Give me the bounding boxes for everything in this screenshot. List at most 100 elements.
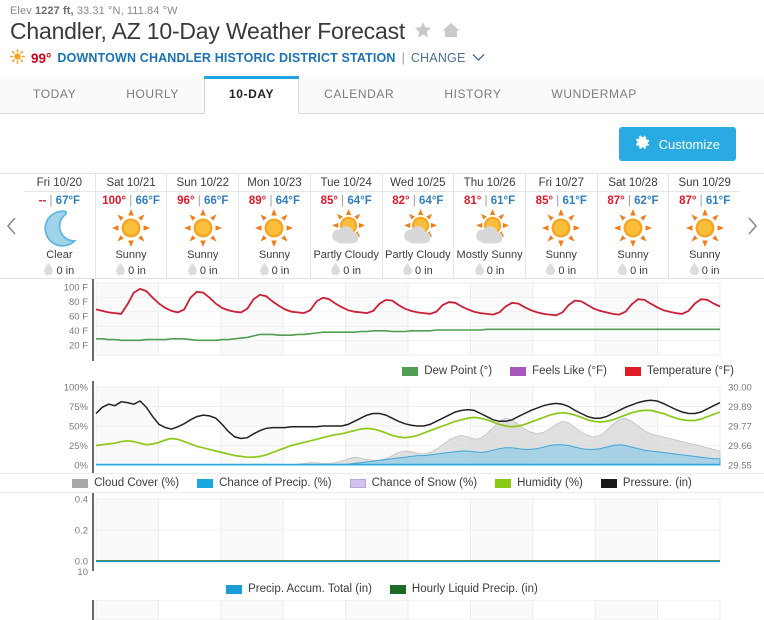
day-card-low: 67°F	[55, 195, 81, 207]
day-card-precip: 0 in	[187, 263, 218, 278]
svg-text:30.00: 30.00	[728, 383, 752, 394]
day-card-precip-value: 0 in	[414, 264, 433, 277]
day-card-date: Tue 10/24	[310, 177, 382, 192]
tab-history[interactable]: HISTORY	[419, 76, 526, 113]
separator: |	[401, 51, 405, 65]
raindrop-icon	[618, 263, 628, 278]
day-card[interactable]: Fri 10/20 -- | 67°F Clear 0 in	[24, 174, 96, 278]
day-card-temps: 87° | 61°F	[679, 192, 730, 208]
svg-text:40 F: 40 F	[69, 326, 88, 337]
day-card-date: Fri 10/27	[525, 177, 597, 192]
home-icon[interactable]	[441, 20, 461, 43]
svg-text:29.89: 29.89	[728, 402, 752, 413]
day-card-temp-separator: |	[481, 195, 491, 207]
legend-label-hourly-liquid-precip: Hourly Liquid Precip. (in)	[411, 583, 538, 595]
day-card[interactable]: Thu 10/26 81° | 61°F Mostly Sunny 0 in	[454, 174, 526, 278]
day-card-date: Mon 10/23	[239, 177, 310, 192]
wind-chart	[0, 600, 764, 620]
current-temperature: 99°	[31, 50, 52, 66]
day-card-high: 87°	[607, 195, 625, 207]
tab-calendar[interactable]: CALENDAR	[299, 76, 419, 113]
day-card-date: Fri 10/20	[24, 177, 95, 192]
day-card-high: 89°	[248, 195, 267, 207]
day-card-precip-value: 0 in	[630, 264, 648, 277]
day-card-precip: 0 in	[618, 263, 648, 278]
day-card-temp-separator: |	[409, 195, 420, 207]
svg-text:29.66: 29.66	[728, 441, 752, 452]
day-card-low: 66°F	[135, 195, 160, 207]
day-card-precip-value: 0 in	[343, 264, 362, 277]
sun-icon	[685, 208, 724, 248]
day-card[interactable]: Sun 10/29 87° | 61°F Sunny 0 in	[669, 174, 741, 278]
day-card[interactable]: Mon 10/23 89° | 64°F Sunny 0 in	[239, 174, 311, 278]
tab-today[interactable]: TODAY	[8, 76, 101, 113]
chevron-left-icon[interactable]	[0, 174, 24, 278]
chevron-right-icon[interactable]	[740, 174, 764, 278]
day-card[interactable]: Tue 10/24 85° | 64°F Partly Cloudy 0 in	[310, 174, 383, 278]
day-card-low: 61°F	[562, 195, 587, 207]
day-card-condition: Sunny	[187, 249, 219, 261]
day-card[interactable]: Sat 10/21 100° | 66°F Sunny 0 in	[95, 174, 168, 278]
day-card-precip: 0 in	[546, 263, 576, 278]
day-card-high: 100°	[102, 195, 127, 207]
sun-cloud-icon	[471, 208, 509, 248]
day-card-high: 87°	[679, 195, 697, 207]
svg-text:50%: 50%	[69, 422, 89, 433]
svg-text:80 F: 80 F	[69, 297, 88, 308]
day-card-high: 81°	[463, 195, 482, 207]
day-card[interactable]: Wed 10/25 82° | 64°F Partly Cloudy 0 in	[382, 174, 455, 278]
legend-item-precip-accum-total[interactable]: Precip. Accum. Total (in)	[226, 583, 372, 595]
moon-icon	[40, 208, 78, 248]
day-card-temp-separator: |	[337, 195, 348, 207]
day-card-low: 66°F	[203, 195, 229, 207]
sun-icon	[10, 49, 25, 67]
elevation-prefix: Elev	[10, 5, 32, 17]
svg-text:75%: 75%	[69, 402, 89, 413]
day-card-temps: 85° | 61°F	[536, 192, 587, 208]
day-cards: Fri 10/20 -- | 67°F Clear 0 in Sat 10/21 100…	[24, 174, 741, 278]
legend-item-humidity[interactable]: Humidity (%)	[495, 477, 583, 489]
title-row: Chandler, AZ 10-Day Weather Forecast	[0, 17, 764, 45]
legend-item-hourly-liquid-precip[interactable]: Hourly Liquid Precip. (in)	[389, 583, 538, 595]
day-card-low: 61°F	[490, 195, 516, 207]
customize-bar: Customize	[0, 114, 764, 161]
customize-button[interactable]: Customize	[618, 127, 736, 161]
day-card-condition: Sunny	[115, 249, 147, 261]
legend-item-feels-like[interactable]: Feels Like (°F)	[510, 365, 607, 377]
sun-icon	[112, 208, 151, 248]
raindrop-icon	[546, 263, 556, 278]
day-card-precip: 0 in	[689, 263, 720, 278]
day-card-temp-separator: |	[46, 195, 56, 207]
main-tabs: TODAY HOURLY 10-DAY CALENDAR HISTORY WUN…	[0, 76, 764, 114]
svg-text:60 F: 60 F	[69, 312, 88, 323]
legend-label-cloud-cover: Cloud Cover (%)	[94, 477, 180, 489]
temperature-chart: 100 F 80 F 60 F 40 F 20 F	[0, 279, 764, 361]
legend-swatch-dew-point	[402, 366, 419, 376]
tab-hourly[interactable]: HOURLY	[101, 76, 204, 113]
change-station-link[interactable]: CHANGE	[411, 51, 466, 65]
legend-item-chance-of-precip[interactable]: Chance of Precip. (%)	[197, 477, 332, 489]
conditions-chart-svg: 100% 75% 50% 25% 0% 30.00 29.89 29.77 29.66 29.55	[64, 381, 752, 473]
tab-10-day[interactable]: 10-DAY	[203, 76, 300, 114]
legend-label-chance-of-precip: Chance of Precip. (%)	[219, 477, 332, 489]
day-card-date: Sun 10/22	[167, 177, 239, 192]
day-card[interactable]: Fri 10/27 85° | 61°F Sunny 0 in	[525, 174, 598, 278]
day-card-condition: Sunny	[617, 249, 649, 261]
tab-wundermap[interactable]: WUNDERMAP	[526, 76, 661, 113]
legend-label-dew-point: Dew Point (°)	[424, 365, 493, 377]
star-icon[interactable]	[413, 20, 433, 43]
day-card-condition: Clear	[46, 249, 73, 261]
chevron-down-icon[interactable]	[472, 51, 485, 65]
legend-item-chance-of-snow[interactable]: Chance of Snow (%)	[349, 477, 477, 489]
day-card[interactable]: Sat 10/28 87° | 62°F Sunny 0 in	[597, 174, 670, 278]
temperature-chart-svg: 100 F 80 F 60 F 40 F 20 F	[64, 279, 721, 361]
sun-cloud-icon	[399, 208, 437, 248]
station-name-link[interactable]: DOWNTOWN CHANDLER HISTORIC DISTRICT STAT…	[57, 51, 395, 65]
day-card[interactable]: Sun 10/22 96° | 66°F Sunny 0 in	[167, 174, 240, 278]
legend-item-cloud-cover[interactable]: Cloud Cover (%)	[72, 477, 179, 489]
legend-item-dew-point[interactable]: Dew Point (°)	[402, 365, 492, 377]
svg-text:20 F: 20 F	[69, 341, 88, 352]
legend-item-temperature[interactable]: Temperature (°F)	[624, 365, 734, 377]
svg-text:25%: 25%	[69, 441, 89, 452]
legend-item-pressure[interactable]: Pressure. (in)	[600, 477, 692, 489]
